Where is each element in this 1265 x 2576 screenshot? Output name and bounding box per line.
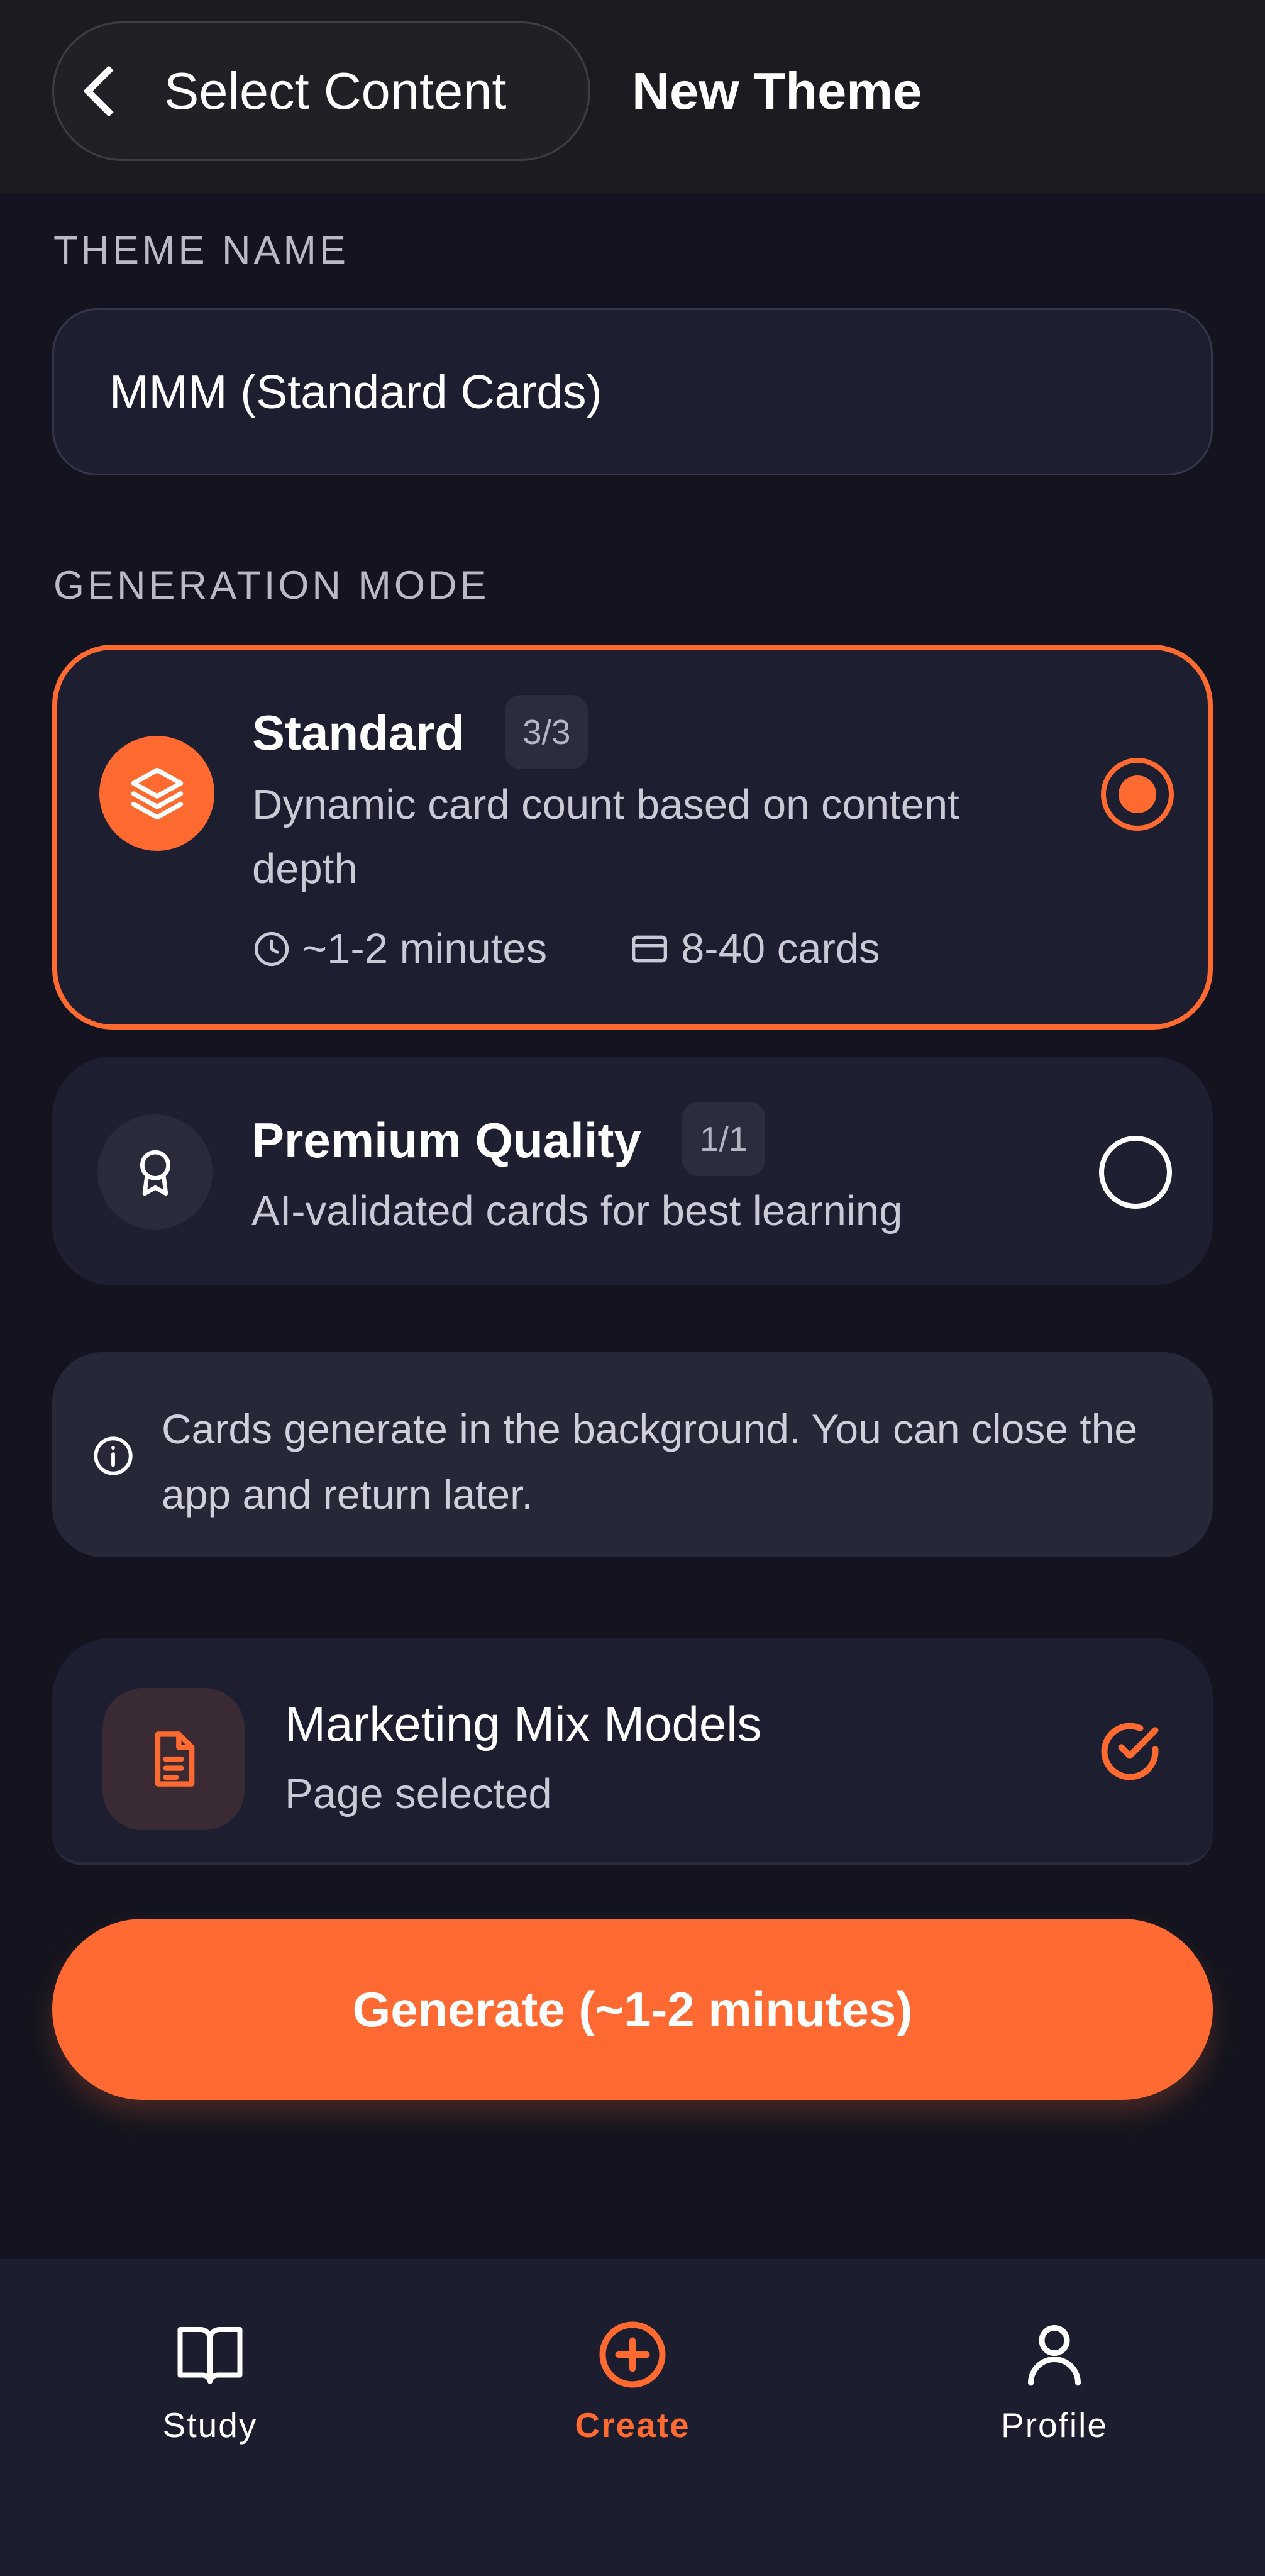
plus-circle-icon: [599, 2321, 666, 2388]
mode-option-standard[interactable]: Standard 3/3 Dynamic card count based on…: [52, 645, 1213, 1030]
clock-icon: [254, 931, 289, 966]
back-button-label: Select Content: [164, 62, 507, 120]
nav-label: Study: [162, 2406, 258, 2445]
layers-icon: [99, 736, 214, 851]
generation-mode-label: GENERATION MODE: [53, 564, 490, 608]
mode-description: Dynamic card count based on content dept…: [252, 781, 959, 892]
mode-title: Standard: [252, 705, 465, 760]
user-icon: [1028, 2325, 1081, 2386]
card-icon: [632, 935, 667, 962]
nav-label: Create: [575, 2406, 690, 2445]
generate-button[interactable]: Generate (~1-2 minutes): [52, 1919, 1213, 2100]
book-icon: [177, 2327, 243, 2384]
selected-content-card[interactable]: Marketing Mix Models Page selected: [52, 1638, 1213, 1865]
duration-text: ~1-2 minutes: [302, 925, 548, 972]
chevron-left-icon: [82, 65, 135, 118]
content-subtitle: Page selected: [285, 1770, 552, 1818]
background-generation-notice: Cards generate in the background. You ca…: [52, 1352, 1213, 1557]
card-count-text: 8-40 cards: [681, 925, 880, 972]
bottom-navigation: Study Create Profile: [0, 2259, 1265, 2576]
duration-meta: ~1-2 minutes: [252, 924, 547, 973]
card-count-meta: 8-40 cards: [629, 924, 880, 973]
radio-selected[interactable]: [1101, 758, 1174, 831]
notice-text: Cards generate in the background. You ca…: [162, 1406, 1138, 1518]
info-icon: [94, 1436, 133, 1475]
radio-unselected[interactable]: [1099, 1136, 1172, 1209]
nav-item-create[interactable]: Create: [507, 2317, 758, 2462]
mode-title: Premium Quality: [251, 1113, 641, 1168]
document-icon: [102, 1688, 245, 1830]
back-button[interactable]: Select Content: [52, 21, 590, 161]
check-circle-icon: [1101, 1723, 1159, 1780]
page-title: New Theme: [632, 62, 922, 120]
mode-count-badge: 1/1: [682, 1102, 766, 1176]
nav-label: Profile: [1001, 2406, 1108, 2445]
top-bar: Select Content New Theme: [0, 0, 1265, 194]
content-title: Marketing Mix Models: [285, 1696, 762, 1752]
theme-name-label: THEME NAME: [53, 228, 350, 272]
mode-option-premium[interactable]: Premium Quality 1/1 AI-validated cards f…: [52, 1057, 1213, 1285]
nav-item-study[interactable]: Study: [84, 2317, 336, 2462]
nav-item-profile[interactable]: Profile: [929, 2317, 1180, 2462]
mode-count-badge: 3/3: [505, 695, 588, 769]
award-ribbon-icon: [97, 1114, 213, 1230]
mode-description: AI-validated cards for best learning: [251, 1187, 903, 1235]
theme-name-input[interactable]: [52, 308, 1213, 475]
